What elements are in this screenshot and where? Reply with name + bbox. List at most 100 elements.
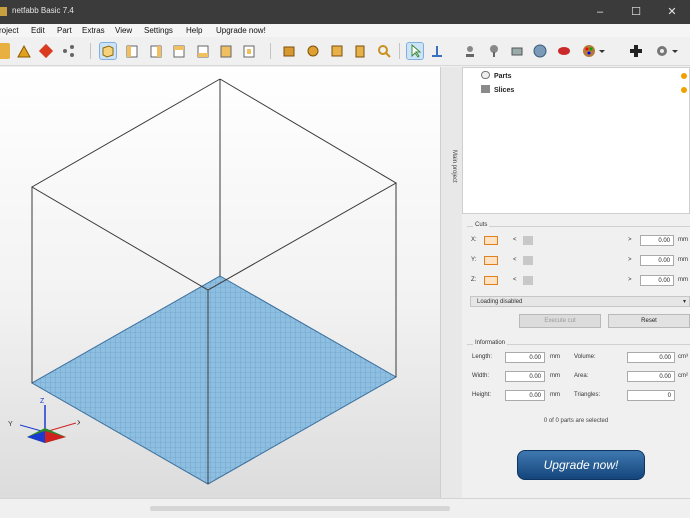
plus-icon[interactable] [628,43,644,59]
chevron-down-icon[interactable] [671,43,679,59]
cut-z-unit: mm [678,277,688,283]
maximize-button[interactable]: ☐ [618,0,654,24]
menu-help[interactable]: Help [186,26,202,35]
view-back-icon[interactable] [241,43,257,59]
view-perspective-icon[interactable] [99,42,117,60]
menu-bar: roject Edit Part Extras View Settings He… [0,24,690,37]
view-left-icon[interactable] [148,43,164,59]
cut-x-value-field[interactable]: 0.00 [640,235,674,246]
tree-icon[interactable] [486,43,502,59]
close-button[interactable]: ✕ [654,0,690,24]
upgrade-now-button[interactable]: Upgrade now! [517,450,645,480]
view-front-icon[interactable] [124,43,140,59]
menu-view[interactable]: View [115,26,132,35]
tree-item-parts[interactable]: Parts [481,71,512,81]
cut-y-sign: < [513,257,517,263]
triangles-value: 0 [627,390,675,401]
area-unit: cm² [678,373,688,379]
menu-settings[interactable]: Settings [144,26,173,35]
project-tree[interactable]: Parts Slices [462,67,690,214]
rotate-icon[interactable] [305,43,321,59]
cut-z-color-icon[interactable] [484,276,498,285]
cut-x-color-icon[interactable] [484,236,498,245]
search-icon[interactable] [376,43,392,59]
minimize-button[interactable]: – [582,0,618,24]
repair-icon[interactable] [38,43,54,59]
toolbar-separator [90,43,91,59]
view-bottom-icon[interactable] [218,43,234,59]
cut-z-sign: < [513,277,517,283]
ruler-icon[interactable] [509,43,525,59]
chevron-down-icon: ▾ [682,299,686,305]
cut-y-toggle[interactable] [523,256,533,265]
cut-mode-value: Loading disabled [477,299,523,305]
menu-extras[interactable]: Extras [82,26,105,35]
parts-icon [481,71,490,79]
view-top-icon[interactable] [195,43,211,59]
measure-icon[interactable] [429,43,445,59]
palette-icon[interactable] [581,43,597,59]
menu-edit[interactable]: Edit [31,26,45,35]
width-label: Width: [472,373,490,379]
reset-button[interactable]: Reset [608,314,690,328]
cut-y-op: > [628,257,632,263]
volume-unit: cm³ [678,354,688,360]
tree-item-label: Slices [494,87,515,94]
object-icon[interactable] [352,43,368,59]
menu-part[interactable]: Part [57,26,72,35]
chevron-down-icon[interactable] [598,43,606,59]
width-value: 0.00 [505,371,545,382]
axis-z-label: Z [40,398,45,405]
cut-z-value-field[interactable]: 0.00 [640,275,674,286]
cut-mode-dropdown[interactable]: Loading disabled ▾ [470,296,690,307]
side-tab-main-project[interactable]: Main project [445,140,457,192]
sphere-icon[interactable] [532,43,548,59]
cut-x-toggle[interactable] [523,236,533,245]
width-unit: mm [550,373,560,379]
menu-project[interactable]: roject [0,26,19,35]
axis-gizmo: Z Y X [8,398,80,443]
axis-x-label: X [77,420,80,427]
3d-viewport[interactable]: Z Y X [0,67,440,498]
horizontal-scrollbar[interactable] [150,506,450,511]
app-window: netfabb Basic 7.4 – ☐ ✕ roject Edit Part… [0,0,690,518]
panel-splitter[interactable]: Main project [440,67,462,498]
height-unit: mm [550,392,560,398]
height-value: 0.00 [505,390,545,401]
build-volume-top-edge [31,78,397,291]
cut-y-unit: mm [678,257,688,263]
stand-icon[interactable] [462,43,478,59]
cut-x-sign: < [513,237,517,243]
length-value: 0.00 [505,352,545,363]
share-icon[interactable] [60,43,76,59]
settings-icon[interactable] [654,43,670,59]
toolbar [0,37,690,66]
triangle-icon[interactable] [16,43,32,59]
cut-z-toggle[interactable] [523,276,533,285]
height-label: Height: [472,392,492,398]
section-icon[interactable] [556,43,572,59]
cut-z-op: > [628,277,632,283]
tree-item-slices[interactable]: Slices [481,85,514,95]
tree-item-label: Parts [494,73,512,80]
cut-y-color-icon[interactable] [484,256,498,265]
pointer-icon[interactable] [406,42,424,60]
window-title: netfabb Basic 7.4 [12,6,74,15]
view-right-icon[interactable] [171,43,187,59]
status-indicator-icon [681,73,687,79]
toolbar-separator [399,43,400,59]
execute-cut-button[interactable]: Execute cut [519,314,601,328]
volume-label: Volume: [574,354,596,360]
triangles-label: Triangles: [574,392,601,398]
build-platform [30,275,398,485]
status-indicator-icon [681,87,687,93]
move-icon[interactable] [281,43,297,59]
area-label: Area: [574,373,589,379]
toolbar-separator [270,43,271,59]
add-part-icon[interactable] [0,43,10,59]
slices-icon [481,85,490,93]
cut-y-value-field[interactable]: 0.00 [640,255,674,266]
scale-icon[interactable] [329,43,345,59]
information-title: Information [473,340,508,346]
menu-upgrade[interactable]: Upgrade now! [216,26,266,35]
